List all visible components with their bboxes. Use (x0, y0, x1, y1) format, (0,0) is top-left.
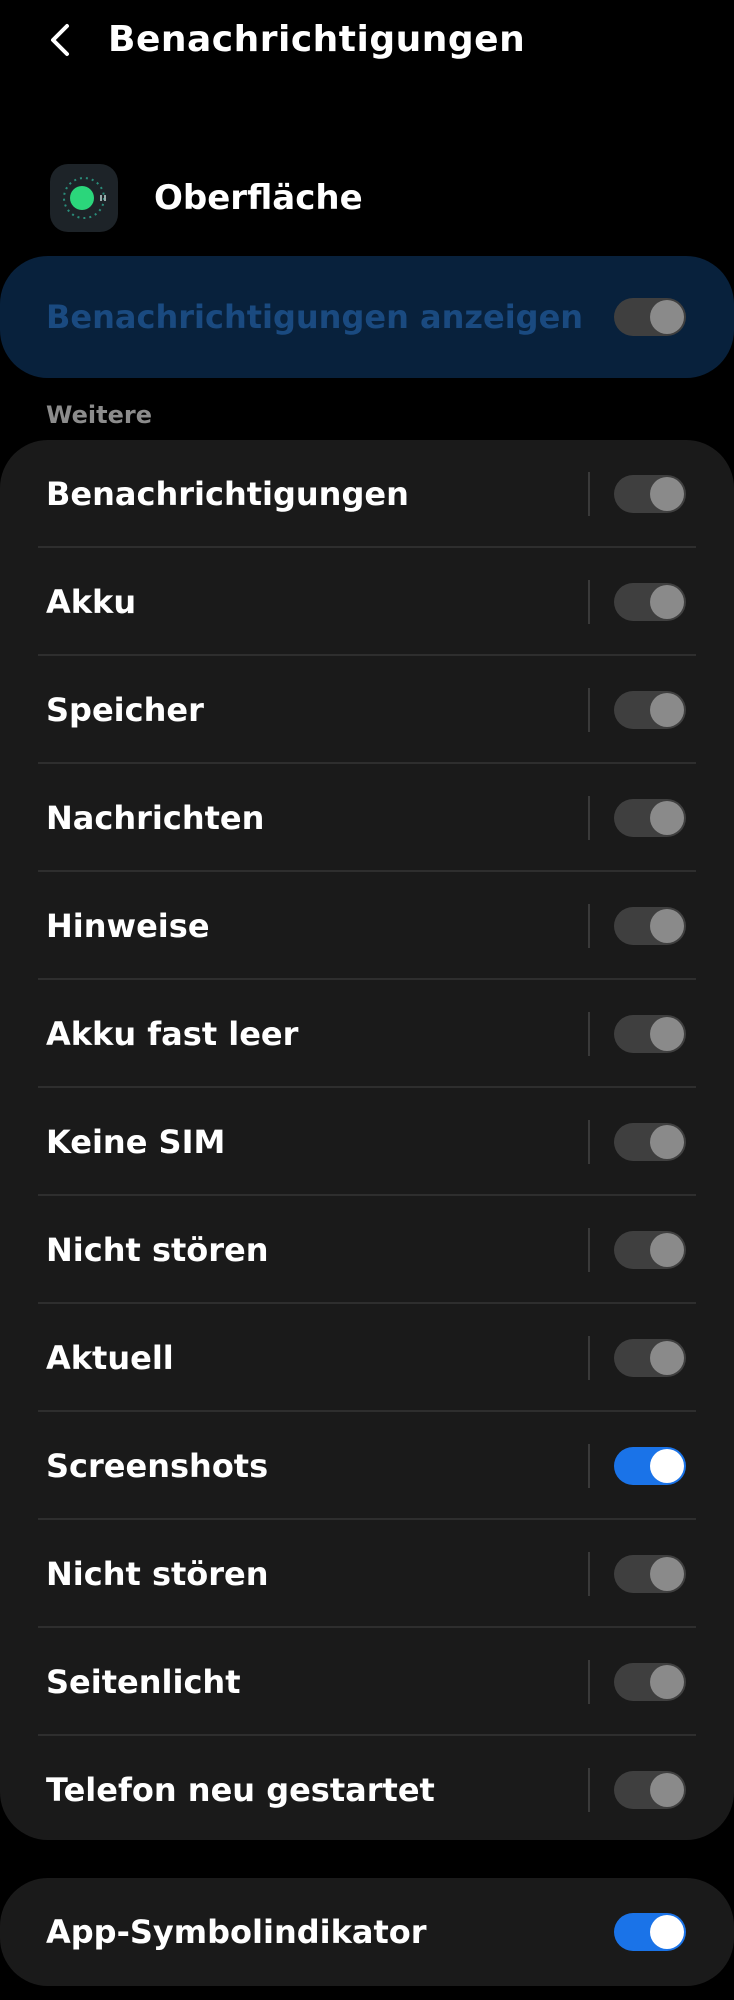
category-label: Akku (46, 583, 137, 621)
show-notifications-master-row[interactable]: Benachrichtigungen anzeigen (0, 256, 734, 378)
row-divider (588, 580, 590, 624)
toggle-knob (650, 1915, 684, 1949)
section-header-more: Weitere (46, 401, 152, 429)
interface-app-icon (63, 177, 106, 219)
toggle-knob (650, 1341, 684, 1375)
category-row[interactable]: Akku fast leer (0, 980, 734, 1088)
category-toggle[interactable] (614, 1663, 686, 1701)
app-badge-label: App-Symbolindikator (46, 1913, 427, 1951)
category-label: Hinweise (46, 907, 210, 945)
category-row[interactable]: Screenshots (0, 1412, 734, 1520)
category-label: Seitenlicht (46, 1663, 241, 1701)
back-button[interactable] (38, 18, 82, 62)
row-divider (588, 1444, 590, 1488)
category-toggle[interactable] (614, 583, 686, 621)
category-row[interactable]: Hinweise (0, 872, 734, 980)
category-label: Nicht stören (46, 1231, 269, 1269)
row-divider (588, 472, 590, 516)
toggle-knob (650, 801, 684, 835)
category-label: Nicht stören (46, 1555, 269, 1593)
category-label: Speicher (46, 691, 204, 729)
toggle-knob (650, 1665, 684, 1699)
category-toggle[interactable] (614, 1771, 686, 1809)
toggle-knob (650, 1557, 684, 1591)
page-title: Benachrichtigungen (108, 19, 526, 60)
category-toggle[interactable] (614, 1231, 686, 1269)
notification-categories-card: Benachrichtigungen Akku Speicher Nachric… (0, 440, 734, 1840)
category-label: Benachrichtigungen (46, 475, 409, 513)
toggle-knob (650, 585, 684, 619)
category-row[interactable]: Telefon neu gestartet (0, 1736, 734, 1840)
show-notifications-toggle[interactable] (614, 298, 686, 336)
category-toggle[interactable] (614, 1339, 686, 1377)
row-divider (588, 1552, 590, 1596)
app-icon (50, 164, 118, 232)
toggle-knob (650, 1125, 684, 1159)
category-toggle[interactable] (614, 1123, 686, 1161)
category-toggle[interactable] (614, 475, 686, 513)
category-row[interactable]: Nachrichten (0, 764, 734, 872)
category-label: Akku fast leer (46, 1015, 299, 1053)
row-divider (588, 1768, 590, 1812)
app-badge-row[interactable]: App-Symbolindikator (0, 1878, 734, 1986)
toggle-knob (650, 1773, 684, 1807)
toggle-knob (650, 477, 684, 511)
category-label: Telefon neu gestartet (46, 1771, 435, 1809)
category-label: Screenshots (46, 1447, 269, 1485)
category-row[interactable]: Speicher (0, 656, 734, 764)
category-row[interactable]: Benachrichtigungen (0, 440, 734, 548)
category-toggle[interactable] (614, 1555, 686, 1593)
toggle-knob (650, 1017, 684, 1051)
category-toggle[interactable] (614, 799, 686, 837)
toggle-knob (650, 693, 684, 727)
top-bar: Benachrichtigungen (0, 0, 734, 80)
category-toggle[interactable] (614, 1015, 686, 1053)
app-badge-toggle[interactable] (614, 1913, 686, 1951)
show-notifications-label: Benachrichtigungen anzeigen (46, 298, 584, 336)
category-row[interactable]: Aktuell (0, 1304, 734, 1412)
category-row[interactable]: Akku (0, 548, 734, 656)
row-divider (588, 1660, 590, 1704)
category-label: Keine SIM (46, 1123, 226, 1161)
row-divider (588, 1228, 590, 1272)
row-divider (588, 1012, 590, 1056)
toggle-knob (650, 300, 684, 334)
row-divider (588, 1336, 590, 1380)
row-divider (588, 1120, 590, 1164)
category-toggle[interactable] (614, 907, 686, 945)
toggle-knob (650, 1233, 684, 1267)
row-divider (588, 688, 590, 732)
category-row[interactable]: Nicht stören (0, 1196, 734, 1304)
app-name: Oberfläche (154, 178, 363, 218)
category-row[interactable]: Seitenlicht (0, 1628, 734, 1736)
chevron-left-icon (51, 24, 69, 56)
toggle-knob (650, 909, 684, 943)
app-info: Oberfläche (50, 164, 690, 236)
category-label: Nachrichten (46, 799, 265, 837)
category-label: Aktuell (46, 1339, 174, 1377)
category-toggle[interactable] (614, 1447, 686, 1485)
category-toggle[interactable] (614, 691, 686, 729)
category-row[interactable]: Nicht stören (0, 1520, 734, 1628)
category-row[interactable]: Keine SIM (0, 1088, 734, 1196)
toggle-knob (650, 1449, 684, 1483)
row-divider (588, 796, 590, 840)
row-divider (588, 904, 590, 948)
